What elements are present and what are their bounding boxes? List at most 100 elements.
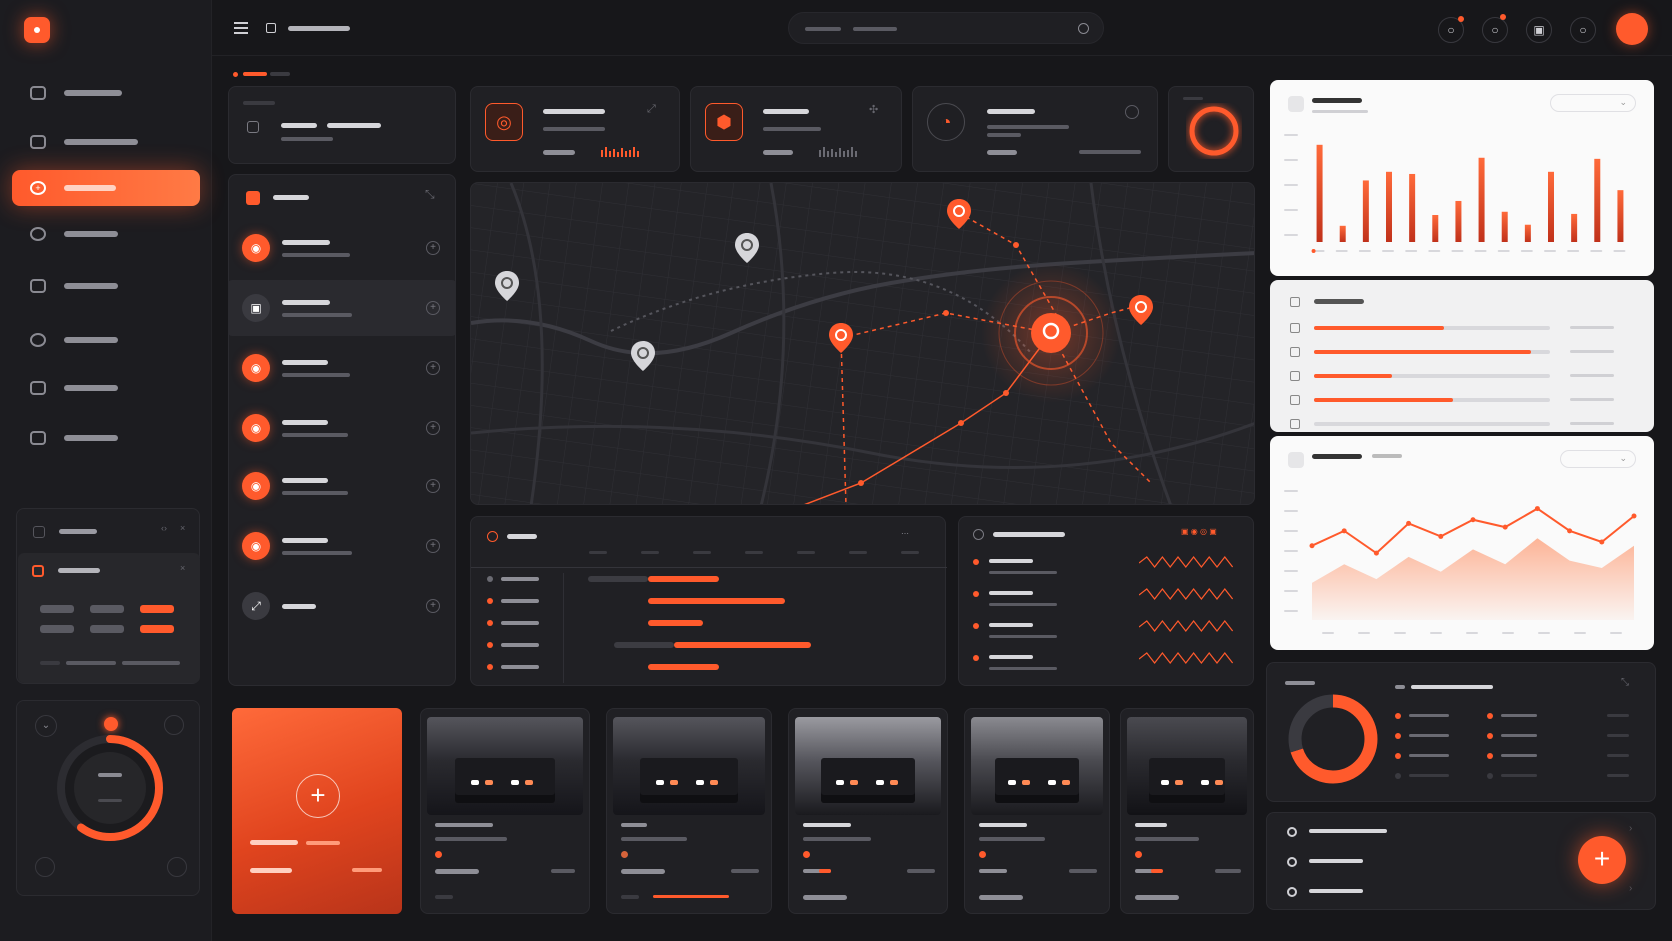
- chevron-down-icon[interactable]: ⌄: [35, 715, 57, 737]
- app-logo[interactable]: [24, 17, 50, 43]
- sidebar-item-archive[interactable]: [12, 420, 200, 456]
- camera-thumbnail: [1127, 717, 1247, 815]
- refresh-icon[interactable]: [35, 857, 55, 877]
- radio-icon[interactable]: [1287, 827, 1297, 837]
- map-view[interactable]: [470, 182, 1255, 505]
- add-icon[interactable]: +: [296, 774, 340, 818]
- timeline-bar[interactable]: [673, 642, 811, 648]
- search-bar[interactable]: [788, 12, 1104, 44]
- range-select[interactable]: ⌄: [1550, 94, 1636, 112]
- code-icon[interactable]: ‹›: [161, 523, 167, 533]
- expand-icon[interactable]: ⤡: [425, 187, 435, 202]
- map-pin[interactable]: [631, 341, 655, 371]
- stat-card[interactable]: ◔: [912, 86, 1158, 172]
- settings-icon[interactable]: ✣: [869, 103, 878, 116]
- list-item[interactable]: ◉ +: [228, 458, 456, 514]
- add-icon[interactable]: +: [426, 361, 440, 375]
- add-icon[interactable]: +: [426, 479, 440, 493]
- time-tick: [745, 551, 763, 554]
- chevron-right-icon[interactable]: ›: [1629, 883, 1632, 894]
- menu-icon[interactable]: [234, 22, 248, 24]
- timeline-panel: ⋯: [470, 516, 947, 686]
- bar: [1501, 211, 1508, 242]
- filter-chip-active[interactable]: [140, 605, 174, 613]
- filter-chip[interactable]: [90, 625, 124, 633]
- y-tick-label: [1284, 550, 1298, 552]
- add-icon[interactable]: +: [426, 599, 440, 613]
- legend-marker: [1395, 713, 1401, 719]
- map-pin[interactable]: [829, 323, 853, 353]
- timeline-bar[interactable]: [647, 576, 720, 582]
- sidebar-item-grid[interactable]: [12, 268, 200, 304]
- timeline-bar[interactable]: [647, 620, 704, 626]
- expand-icon[interactable]: [247, 121, 259, 133]
- camera-card[interactable]: [1120, 708, 1254, 914]
- map-pin[interactable]: [947, 199, 971, 229]
- search-icon[interactable]: [1078, 23, 1089, 34]
- settings-icon[interactable]: [164, 715, 184, 735]
- list-item[interactable]: ◉ +: [228, 400, 456, 456]
- search-icon[interactable]: ○: [1570, 17, 1596, 43]
- timer-icon[interactable]: ○: [1482, 17, 1508, 43]
- list-item[interactable]: ⤢ +: [228, 578, 456, 634]
- map-pin[interactable]: [495, 271, 519, 301]
- sidebar-item-upload[interactable]: [12, 322, 200, 358]
- signal-status: [973, 559, 979, 565]
- x-tick-label: [1335, 250, 1348, 252]
- more-icon[interactable]: ⋯: [901, 529, 909, 538]
- chip-icon: ◉: [242, 354, 270, 382]
- legend-marker: [1395, 753, 1401, 759]
- stat-card[interactable]: ⬢ ✣: [690, 86, 902, 172]
- map-pin[interactable]: [735, 233, 759, 263]
- list-item[interactable]: ▣ +: [228, 280, 456, 336]
- expand-icon[interactable]: ⤡: [1621, 677, 1629, 688]
- filter-chip-active[interactable]: [140, 625, 174, 633]
- map-pin[interactable]: [1129, 295, 1153, 325]
- square-icon[interactable]: [266, 23, 276, 33]
- camera-icon: [30, 381, 46, 395]
- sidebar-item-messages[interactable]: [12, 75, 200, 111]
- sidebar-item-images[interactable]: [12, 124, 200, 160]
- close-icon[interactable]: ×: [180, 523, 185, 533]
- create-card[interactable]: +: [232, 708, 402, 914]
- timeline-bar[interactable]: [647, 664, 720, 670]
- camera-card[interactable]: [606, 708, 772, 914]
- dial-knob[interactable]: [55, 733, 165, 843]
- radio-icon[interactable]: [1287, 887, 1297, 897]
- y-tick-label: [1284, 530, 1298, 532]
- power-icon[interactable]: [167, 857, 187, 877]
- list-item[interactable]: ◉ +: [228, 220, 456, 276]
- add-icon[interactable]: +: [426, 421, 440, 435]
- add-icon[interactable]: +: [426, 301, 440, 315]
- live-indicator: [1135, 851, 1142, 858]
- add-icon[interactable]: +: [426, 539, 440, 553]
- list-item[interactable]: ◉ +: [228, 518, 456, 574]
- data-point: [1373, 550, 1379, 556]
- range-select[interactable]: ⌄: [1560, 450, 1636, 468]
- radio-icon[interactable]: [1287, 857, 1297, 867]
- expand-icon[interactable]: ⤢: [647, 103, 656, 116]
- camera-card[interactable]: [788, 708, 948, 914]
- close-icon[interactable]: ×: [180, 563, 185, 573]
- chevron-right-icon[interactable]: ›: [1629, 823, 1632, 834]
- data-point: [1470, 517, 1476, 523]
- filter-chip[interactable]: [40, 605, 74, 613]
- list-item[interactable]: ◉ +: [228, 340, 456, 396]
- timeline-bar[interactable]: [647, 598, 785, 604]
- x-tick-label: [1394, 632, 1406, 634]
- info-icon[interactable]: [1125, 105, 1139, 119]
- camera-card[interactable]: [964, 708, 1110, 914]
- sidebar-item-camera[interactable]: [12, 370, 200, 406]
- camera-card[interactable]: [420, 708, 590, 914]
- sidebar-item-globe[interactable]: [12, 216, 200, 252]
- filter-chip[interactable]: [40, 625, 74, 633]
- x-tick-label: [1520, 250, 1533, 252]
- stat-card[interactable]: ◎ ⤢: [470, 86, 680, 172]
- filter-chip[interactable]: [90, 605, 124, 613]
- add-icon[interactable]: +: [426, 241, 440, 255]
- filter-icon[interactable]: ▣ ◉ ◎ ▣: [1181, 527, 1217, 536]
- avatar[interactable]: [1616, 13, 1648, 45]
- image-icon[interactable]: ▣: [1526, 17, 1552, 43]
- add-fab-button[interactable]: +: [1578, 836, 1626, 884]
- sidebar-item-map[interactable]: +: [12, 170, 200, 206]
